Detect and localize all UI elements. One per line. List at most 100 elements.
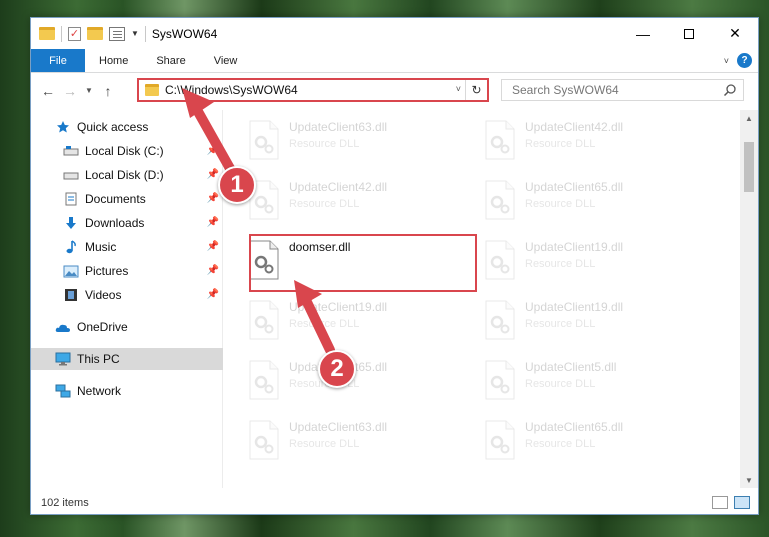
list-item[interactable]: UpdateClient19.dll Resource DLL (461, 296, 691, 348)
cloud-icon (55, 319, 71, 335)
file-list: UpdateClient63.dll Resource DLL UpdateCl… (225, 110, 740, 488)
address-bar[interactable]: C:\Windows\SysWOW64 ˅ ↻ (137, 78, 489, 102)
pin-icon[interactable]: 📌 (207, 169, 219, 180)
dll-file-icon (485, 360, 515, 400)
file-type: Resource DLL (289, 138, 360, 150)
dll-file-icon (485, 180, 515, 220)
list-item[interactable]: UpdateClient65.dll Resource DLL (461, 176, 691, 228)
sidebar-item-label: Local Disk (C:) (85, 144, 164, 158)
sidebar-item-label: OneDrive (77, 320, 128, 334)
window-controls: — ✕ (620, 18, 758, 49)
sidebar-item-label: Local Disk (D:) (85, 168, 164, 182)
star-icon (55, 119, 71, 135)
forward-arrow-icon[interactable]: → (59, 83, 81, 99)
sidebar-item-onedrive[interactable]: OneDrive (31, 316, 223, 338)
properties-check-icon[interactable]: ✓ (68, 26, 81, 41)
pin-icon[interactable]: 📌 (207, 289, 219, 300)
file-type: Resource DLL (525, 378, 596, 390)
back-arrow-icon[interactable]: ← (37, 83, 59, 99)
sidebar-item-local-disk-c[interactable]: Local Disk (C:) 📌 (31, 140, 223, 162)
large-icons-view-icon[interactable] (734, 496, 750, 509)
file-name: UpdateClient65.dll (525, 420, 624, 434)
list-item[interactable]: UpdateClient63.dll Resource DLL (225, 416, 455, 468)
file-name: UpdateClient42.dll (289, 180, 388, 194)
list-item[interactable]: UpdateClient42.dll Resource DLL (461, 116, 691, 168)
search-input[interactable] (512, 83, 712, 97)
file-type: Resource DLL (289, 438, 360, 450)
close-button[interactable]: ✕ (712, 18, 758, 49)
vertical-scrollbar[interactable]: ▲ ▼ (740, 110, 758, 488)
pin-icon[interactable]: 📌 (207, 193, 219, 204)
tab-home[interactable]: Home (85, 49, 142, 72)
search-box[interactable] (501, 79, 744, 101)
scroll-down-arrow-icon[interactable]: ▼ (740, 472, 758, 488)
pin-icon[interactable]: 📌 (207, 217, 219, 228)
sidebar-item-documents[interactable]: Documents 📌 (31, 188, 223, 210)
quick-access-toolbar: ✓ ▼ (31, 25, 146, 42)
dll-file-icon (485, 300, 515, 340)
pin-icon[interactable]: 📌 (207, 265, 219, 276)
list-item[interactable]: UpdateClient65.dll Resource DLL (461, 416, 691, 468)
pin-icon[interactable]: 📌 (207, 241, 219, 252)
drive-icon (63, 167, 79, 183)
file-name: UpdateClient42.dll (525, 120, 624, 134)
list-item[interactable]: UpdateClient5.dll Resource DLL (461, 356, 691, 408)
monitor-icon (55, 351, 71, 367)
folder-icon (145, 84, 159, 96)
pin-icon[interactable]: 📌 (207, 145, 219, 156)
tab-share[interactable]: Share (142, 49, 199, 72)
file-name: UpdateClient63.dll (289, 420, 388, 434)
documents-icon (63, 191, 79, 207)
tab-file[interactable]: File (31, 49, 85, 72)
minimize-button[interactable]: — (620, 18, 666, 49)
folder-icon (39, 27, 55, 40)
list-item[interactable]: UpdateClient19.dll Resource DLL (461, 236, 691, 288)
file-name: UpdateClient19.dll (525, 300, 624, 314)
view-switcher (712, 496, 750, 509)
sidebar-item-local-disk-d[interactable]: Local Disk (D:) 📌 (31, 164, 223, 186)
tab-view[interactable]: View (200, 49, 252, 72)
maximize-button[interactable] (666, 18, 712, 49)
dll-file-icon (485, 420, 515, 460)
recent-locations-dropdown-icon[interactable]: ▼ (81, 86, 97, 95)
scrollbar-thumb[interactable] (744, 142, 754, 192)
sidebar-item-label: Videos (85, 288, 122, 302)
file-type: Resource DLL (525, 198, 596, 210)
list-item[interactable]: UpdateClient42.dll Resource DLL (225, 176, 455, 228)
file-name: UpdateClient5.dll (525, 360, 617, 374)
sidebar-item-videos[interactable]: Videos 📌 (31, 284, 223, 306)
file-name: UpdateClient65.dll (525, 180, 624, 194)
expand-ribbon-chevron-icon[interactable]: ˅ (724, 56, 729, 66)
properties-icon[interactable] (109, 26, 125, 41)
up-arrow-icon[interactable]: ↑ (97, 83, 119, 99)
sidebar-item-downloads[interactable]: Downloads 📌 (31, 212, 223, 234)
list-item[interactable]: UpdateClient63.dll Resource DLL (225, 116, 455, 168)
sidebar-item-label: Downloads (85, 216, 145, 230)
scroll-up-arrow-icon[interactable]: ▲ (740, 110, 758, 126)
step-2-badge: 2 (318, 350, 356, 388)
sidebar-item-label: This PC (77, 352, 120, 366)
sidebar-item-this-pc[interactable]: This PC (31, 348, 223, 370)
sidebar-item-label: Documents (85, 192, 146, 206)
new-folder-icon[interactable] (87, 27, 103, 40)
details-view-icon[interactable] (712, 496, 728, 509)
window-title: SysWOW64 (151, 26, 218, 41)
customize-toolbar-dropdown-icon[interactable]: ▼ (131, 29, 139, 38)
help-icon[interactable]: ? (737, 53, 752, 68)
ribbon-right-controls: ˅ ? (724, 49, 758, 72)
refresh-icon[interactable]: ↻ (465, 80, 487, 100)
dll-file-icon (249, 360, 279, 400)
list-item[interactable]: UpdateClient19.dll Resource DLL (225, 296, 455, 348)
search-icon[interactable] (723, 83, 737, 97)
step-1-badge: 1 (218, 166, 256, 204)
dll-file-icon (249, 420, 279, 460)
address-path[interactable]: C:\Windows\SysWOW64 (165, 83, 298, 97)
sidebar-item-pictures[interactable]: Pictures 📌 (31, 260, 223, 282)
sidebar-item-network[interactable]: Network (31, 380, 223, 402)
sidebar-item-label: Network (77, 384, 122, 398)
sidebar-item-quick-access[interactable]: Quick access (31, 116, 223, 138)
address-dropdown-icon[interactable]: ˅ (456, 84, 461, 94)
sidebar-item-label: Music (85, 240, 117, 254)
drive-icon (63, 143, 79, 159)
sidebar-item-music[interactable]: Music 📌 (31, 236, 223, 258)
